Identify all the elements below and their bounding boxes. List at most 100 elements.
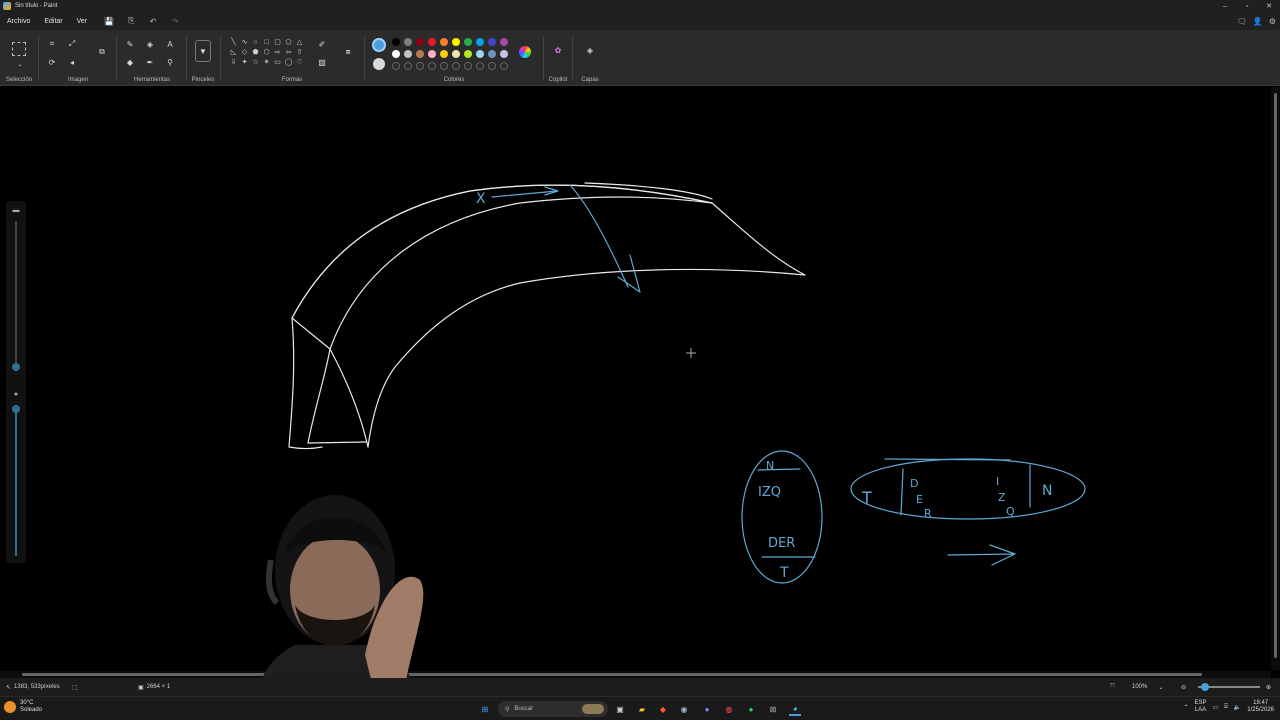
redo-icon[interactable]: ↷ — [168, 14, 182, 28]
size-slider-knob[interactable] — [12, 363, 20, 371]
horizontal-scrollbar[interactable] — [0, 671, 1271, 678]
opacity-track[interactable] — [15, 406, 17, 556]
brush-icon[interactable]: ▼ — [195, 40, 211, 62]
zoom-out-icon[interactable]: ⊖ — [1181, 678, 1186, 696]
color-swatch[interactable] — [440, 50, 448, 58]
custom-color-slot[interactable] — [476, 62, 484, 70]
menu-edit[interactable]: Editar — [37, 18, 69, 25]
menu-view[interactable]: Ver — [70, 18, 95, 25]
spotify-icon[interactable]: ● — [745, 702, 757, 716]
feedback-icon[interactable]: 🗨 — [1237, 17, 1247, 26]
steam-icon[interactable]: ◉ — [678, 702, 690, 716]
task-view-icon[interactable]: ▣ — [614, 702, 626, 716]
heart-shape-icon[interactable]: ♡ — [294, 57, 305, 67]
star6-shape-icon[interactable]: ✶ — [261, 57, 272, 67]
color-swatch[interactable] — [416, 50, 424, 58]
arrow-up-shape-icon[interactable]: ⇧ — [294, 47, 305, 57]
share-icon[interactable]: ⎘ — [124, 14, 138, 28]
rotate-icon[interactable]: ⟳ — [46, 56, 58, 68]
star4-shape-icon[interactable]: ✦ — [239, 57, 250, 67]
color-swatch[interactable] — [464, 50, 472, 58]
horizontal-scroll-thumb[interactable] — [22, 673, 1202, 676]
arrow-left-shape-icon[interactable]: ⇦ — [283, 47, 294, 57]
menu-file[interactable]: Archivo — [0, 18, 37, 25]
account-icon[interactable]: 👤 — [1253, 17, 1263, 26]
zoom-in-icon[interactable]: ⊕ — [1266, 678, 1271, 696]
custom-color-slot[interactable] — [392, 62, 400, 70]
taskbar-search[interactable]: ⚲ Buscar — [498, 701, 608, 717]
paint-taskbar-icon[interactable]: ◕ — [789, 702, 801, 716]
start-windows-icon[interactable]: ⊞ — [478, 702, 492, 716]
oval-shape-icon[interactable]: ○ — [250, 37, 261, 47]
rounded-rect-shape-icon[interactable]: ▢ — [272, 37, 283, 47]
fill-bucket-icon[interactable]: ◈ — [144, 38, 156, 50]
line-shape-icon[interactable]: ╲ — [228, 37, 239, 47]
primary-color-swatch[interactable] — [372, 38, 386, 52]
vertical-scrollbar[interactable] — [1271, 87, 1280, 670]
pentagon-shape-icon[interactable]: ⬟ — [250, 47, 261, 57]
edit-colors-icon[interactable] — [519, 46, 531, 58]
network-icon[interactable]: ⌸ — [1224, 704, 1228, 711]
remove-background-icon[interactable]: ⧉ — [96, 46, 108, 58]
color-swatch[interactable] — [404, 38, 412, 46]
curve-shape-icon[interactable]: ∿ — [239, 37, 250, 47]
star5-shape-icon[interactable]: ☆ — [250, 57, 261, 67]
volume-icon[interactable]: 🔈 — [1234, 704, 1241, 711]
zoom-slider[interactable] — [1198, 683, 1260, 691]
color-swatch[interactable] — [392, 38, 400, 46]
custom-color-slot[interactable] — [440, 62, 448, 70]
color-swatch[interactable] — [476, 50, 484, 58]
zoom-dropdown[interactable]: 100% ⌄ — [1132, 678, 1163, 696]
custom-color-slot[interactable] — [404, 62, 412, 70]
hexagon-shape-icon[interactable]: ⬡ — [261, 47, 272, 57]
triangle-shape-icon[interactable]: △ — [294, 37, 305, 47]
zoom-slider-knob[interactable] — [1201, 683, 1209, 691]
custom-color-slot[interactable] — [464, 62, 472, 70]
brave-browser-icon[interactable]: ◆ — [657, 702, 669, 716]
text-icon[interactable]: A — [164, 38, 176, 50]
right-triangle-shape-icon[interactable]: ◺ — [228, 47, 239, 57]
chevron-up-icon[interactable]: ⌃ — [1183, 704, 1188, 711]
select-rectangle-icon[interactable] — [12, 42, 26, 56]
app-icon[interactable]: ◍ — [723, 702, 735, 716]
resize-icon[interactable]: ⤢ — [66, 38, 78, 50]
color-swatch[interactable] — [392, 50, 400, 58]
monitor-icon[interactable]: ▭ — [1213, 704, 1219, 711]
color-swatch[interactable] — [476, 38, 484, 46]
maximize-button[interactable]: ▫ — [1236, 0, 1258, 12]
color-picker-icon[interactable]: ✒ — [144, 56, 156, 68]
pencil-icon[interactable]: ✎ — [124, 38, 136, 50]
color-swatch[interactable] — [500, 38, 508, 46]
outline-icon[interactable]: ✐ — [316, 38, 328, 50]
fill-icon[interactable]: ▨ — [316, 56, 328, 68]
file-explorer-icon[interactable]: ▰ — [636, 702, 648, 716]
color-swatch[interactable] — [452, 50, 460, 58]
crop-icon[interactable]: ⌗ — [46, 38, 58, 50]
rectangle-shape-icon[interactable]: □ — [261, 37, 272, 47]
layers-style-icon[interactable]: ⧈ — [342, 46, 354, 58]
opacity-slider-knob[interactable] — [12, 405, 20, 413]
app-icon[interactable]: ⊠ — [767, 702, 779, 716]
discord-icon[interactable]: ● — [701, 702, 713, 716]
undo-icon[interactable]: ↶ — [146, 14, 160, 28]
diamond-shape-icon[interactable]: ◇ — [239, 47, 250, 57]
custom-color-slot[interactable] — [500, 62, 508, 70]
arrow-down-shape-icon[interactable]: ⇩ — [228, 57, 239, 67]
polygon-shape-icon[interactable]: ⬠ — [283, 37, 294, 47]
save-icon[interactable]: 💾 — [102, 14, 116, 28]
chevron-down-icon[interactable]: ⌄ — [14, 58, 26, 70]
magnifier-icon[interactable]: ⚲ — [164, 56, 176, 68]
layers-icon[interactable]: ◈ — [584, 44, 596, 56]
eraser-icon[interactable]: ◆ — [124, 56, 136, 68]
flip-icon[interactable]: ◂ — [66, 56, 78, 68]
color-swatch[interactable] — [428, 38, 436, 46]
custom-color-slot[interactable] — [488, 62, 496, 70]
settings-icon[interactable]: ⚙ — [1269, 17, 1276, 26]
color-swatch[interactable] — [464, 38, 472, 46]
color-swatch[interactable] — [416, 38, 424, 46]
custom-color-slot[interactable] — [416, 62, 424, 70]
custom-color-slot[interactable] — [452, 62, 460, 70]
language-indicator[interactable]: ESP LAA — [1195, 700, 1207, 714]
minimize-button[interactable]: – — [1214, 0, 1236, 12]
callout-rect-shape-icon[interactable]: ▭ — [272, 57, 283, 67]
